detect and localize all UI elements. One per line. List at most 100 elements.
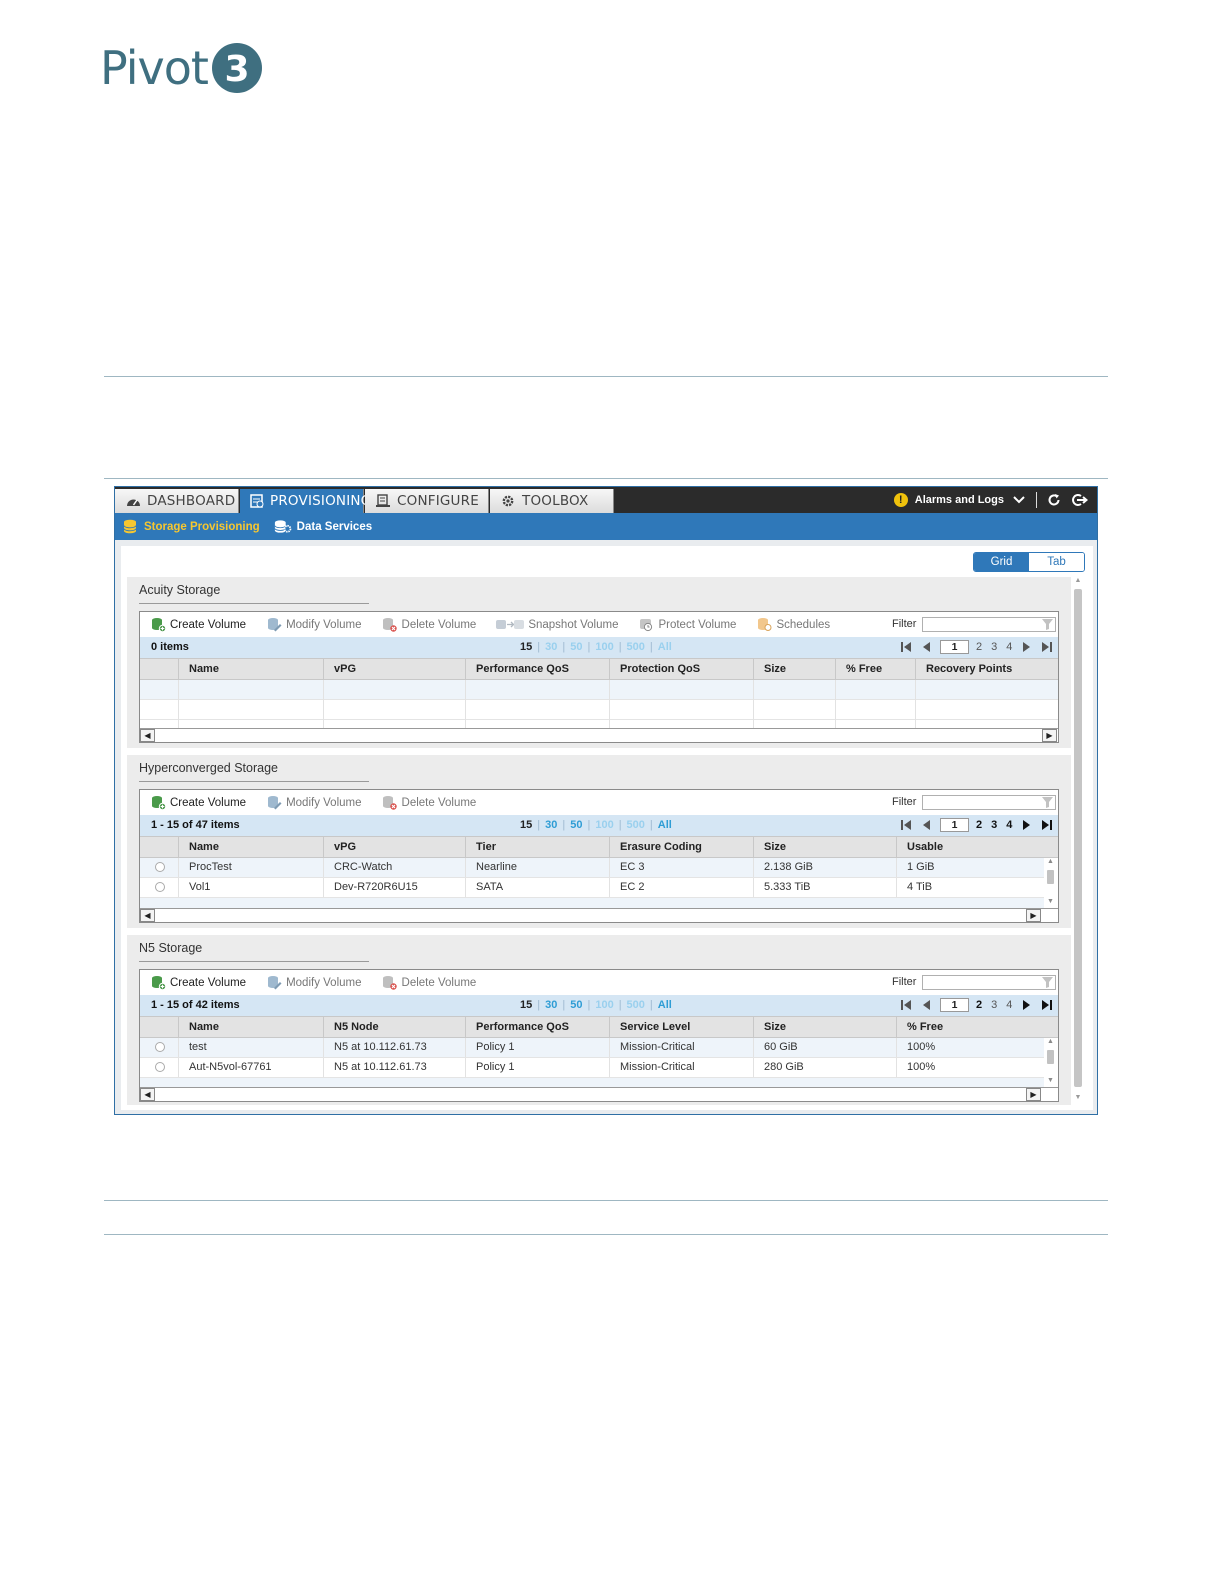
modify-volume-button[interactable]: Modify Volume	[266, 617, 362, 632]
column-header[interactable]: Name	[178, 837, 323, 858]
column-header[interactable]: Size	[753, 837, 896, 858]
subnav-data-services[interactable]: Data Services	[274, 519, 372, 535]
column-header[interactable]: Erasure Coding	[609, 837, 753, 858]
column-header[interactable]: Name	[178, 1017, 323, 1038]
page-link[interactable]: 4	[1006, 999, 1012, 1011]
page-size-option[interactable]: 30	[545, 819, 557, 831]
horizontal-scrollbar[interactable]: ◀ ▶	[140, 1087, 1058, 1101]
page-size-option[interactable]: 15	[520, 641, 532, 653]
prev-page-icon[interactable]	[920, 819, 932, 831]
create-volume-button[interactable]: Create Volume	[150, 975, 246, 990]
filter-input[interactable]	[922, 617, 1056, 632]
scroll-left-icon[interactable]: ◀	[140, 729, 155, 742]
page-size-option[interactable]: 100	[595, 641, 613, 653]
scroll-right-icon[interactable]: ▶	[1026, 909, 1041, 922]
page-size-option[interactable]: 100	[595, 999, 613, 1011]
column-header[interactable]: N5 Node	[323, 1017, 465, 1038]
delete-volume-button[interactable]: Delete Volume	[382, 975, 476, 990]
prev-page-icon[interactable]	[920, 999, 932, 1011]
alarms-and-logs-menu[interactable]: Alarms and Logs	[915, 494, 1004, 506]
column-header[interactable]: Size	[753, 659, 835, 680]
page-link[interactable]: 3	[991, 819, 997, 831]
scroll-right-icon[interactable]: ▶	[1026, 1088, 1041, 1101]
delete-volume-button[interactable]: Delete Volume	[382, 795, 476, 810]
page-size-option[interactable]: 50	[570, 999, 582, 1011]
horizontal-scrollbar[interactable]: ◀ ▶	[140, 908, 1058, 922]
subnav-storage-provisioning[interactable]: Storage Provisioning	[121, 519, 260, 535]
page-link[interactable]: 4	[1006, 819, 1012, 831]
scrollbar-thumb[interactable]	[1074, 589, 1082, 1087]
horizontal-scrollbar[interactable]: ◀ ▶	[140, 728, 1058, 742]
scroll-down-icon[interactable]: ▼	[1045, 1077, 1056, 1084]
row-select-radio[interactable]	[155, 862, 165, 872]
page-link[interactable]: 3	[991, 999, 997, 1011]
current-page-input[interactable]: 1	[940, 640, 969, 654]
schedules-button[interactable]: Schedules	[756, 617, 830, 632]
first-page-icon[interactable]	[900, 641, 912, 653]
scroll-up-icon[interactable]: ▲	[1045, 858, 1056, 865]
last-page-icon[interactable]	[1041, 819, 1053, 831]
column-header[interactable]: Protection QoS	[609, 659, 753, 680]
column-header[interactable]: Usable	[896, 837, 1058, 858]
filter-input[interactable]	[922, 795, 1056, 810]
last-page-icon[interactable]	[1041, 999, 1053, 1011]
delete-volume-button[interactable]: Delete Volume	[382, 617, 476, 632]
page-size-option[interactable]: All	[658, 999, 672, 1011]
page-link[interactable]: 2	[976, 641, 982, 653]
scroll-up-icon[interactable]: ▲	[1073, 577, 1083, 584]
rows-vertical-scrollbar[interactable]: ▲ ▼	[1045, 858, 1056, 908]
first-page-icon[interactable]	[900, 999, 912, 1011]
page-size-option[interactable]: 50	[570, 641, 582, 653]
protect-volume-button[interactable]: Protect Volume	[638, 617, 736, 632]
scroll-left-icon[interactable]: ◀	[140, 909, 155, 922]
table-row[interactable]: ProcTest CRC-Watch Nearline EC 3 2.138 G…	[140, 858, 1044, 878]
grid-view-button[interactable]: Grid	[974, 553, 1029, 571]
next-page-icon[interactable]	[1021, 999, 1033, 1011]
logout-icon[interactable]	[1071, 491, 1089, 509]
next-page-icon[interactable]	[1021, 641, 1033, 653]
column-header[interactable]: Performance QoS	[465, 659, 609, 680]
column-header[interactable]: Size	[753, 1017, 896, 1038]
next-page-icon[interactable]	[1021, 819, 1033, 831]
prev-page-icon[interactable]	[920, 641, 932, 653]
scroll-down-icon[interactable]: ▼	[1045, 898, 1056, 905]
page-link[interactable]: 3	[991, 641, 997, 653]
page-size-option[interactable]: 15	[520, 819, 532, 831]
modify-volume-button[interactable]: Modify Volume	[266, 795, 362, 810]
page-size-option[interactable]: 30	[545, 641, 557, 653]
page-link[interactable]: 4	[1006, 641, 1012, 653]
scroll-left-icon[interactable]: ◀	[140, 1088, 155, 1101]
page-size-option[interactable]: 30	[545, 999, 557, 1011]
table-row[interactable]: Vol1 Dev-R720R6U15 SATA EC 2 5.333 TiB 4…	[140, 878, 1044, 898]
column-header[interactable]: Tier	[465, 837, 609, 858]
scroll-right-icon[interactable]: ▶	[1042, 729, 1057, 742]
page-link[interactable]: 2	[976, 999, 982, 1011]
page-size-option[interactable]: All	[658, 641, 672, 653]
page-link[interactable]: 2	[976, 819, 982, 831]
column-header[interactable]: vPG	[323, 837, 465, 858]
create-volume-button[interactable]: Create Volume	[150, 795, 246, 810]
page-size-option[interactable]: 500	[627, 641, 645, 653]
tab-view-button[interactable]: Tab	[1029, 553, 1084, 571]
tab-configure[interactable]: CONFIGURE	[365, 489, 489, 513]
refresh-icon[interactable]	[1045, 491, 1063, 509]
current-page-input[interactable]: 1	[940, 998, 969, 1012]
row-select-radio[interactable]	[155, 1042, 165, 1052]
page-size-option[interactable]: 50	[570, 819, 582, 831]
scroll-up-icon[interactable]: ▲	[1045, 1038, 1056, 1045]
modify-volume-button[interactable]: Modify Volume	[266, 975, 362, 990]
last-page-icon[interactable]	[1041, 641, 1053, 653]
column-header[interactable]: % Free	[896, 1017, 1058, 1038]
snapshot-volume-button[interactable]: Snapshot Volume	[496, 617, 618, 632]
scrollbar-thumb[interactable]	[1047, 870, 1054, 884]
row-select-radio[interactable]	[155, 1062, 165, 1072]
scrollbar-thumb[interactable]	[1047, 1050, 1054, 1064]
first-page-icon[interactable]	[900, 819, 912, 831]
filter-input[interactable]	[922, 975, 1056, 990]
content-scrollbar[interactable]: ▲ ▼	[1073, 577, 1083, 1101]
page-size-option[interactable]: 500	[627, 819, 645, 831]
rows-vertical-scrollbar[interactable]: ▲ ▼	[1045, 1038, 1056, 1087]
tab-provisioning[interactable]: PROVISIONING	[240, 489, 371, 513]
table-row[interactable]: test N5 at 10.112.61.73 Policy 1 Mission…	[140, 1038, 1044, 1058]
page-size-option[interactable]: All	[658, 819, 672, 831]
